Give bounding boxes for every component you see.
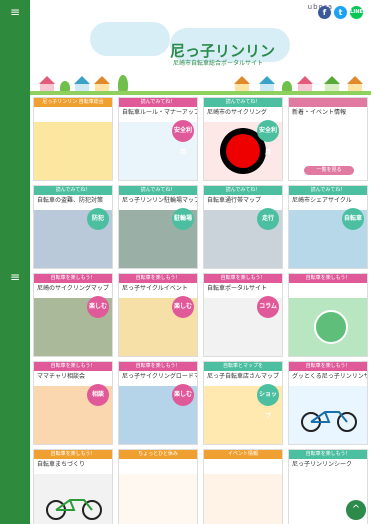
content-card[interactable]: ちょっとひと休み: [118, 449, 198, 524]
scroll-top-button[interactable]: ^: [346, 500, 366, 520]
content-card[interactable]: 読んでみてね！ 自転車ルール・マナーアップ 安全利用: [118, 97, 198, 181]
card-tag: 読んでみてね！: [34, 186, 112, 195]
cloud-decoration: [90, 22, 170, 56]
facebook-icon[interactable]: f: [318, 6, 331, 19]
card-tag: 読んでみてね！: [119, 186, 197, 195]
menu-icon[interactable]: ≡: [7, 270, 23, 284]
card-tag: 自転車を楽しもう！: [289, 450, 367, 459]
card-tag: イベント情報: [204, 450, 282, 459]
card-title[interactable]: 自転車まちづくり: [34, 459, 112, 474]
card-image: [204, 474, 282, 524]
twitter-icon[interactable]: t: [334, 6, 347, 19]
card-title[interactable]: 尼っ子リンリンシーク: [289, 459, 367, 474]
category-badge: 楽しむ: [87, 296, 109, 318]
line-icon[interactable]: LINE: [350, 6, 363, 19]
card-tag: 自転車を楽しもう！: [204, 274, 282, 283]
town-illustration: [30, 70, 371, 95]
card-tag: 自転車を楽しもう！: [289, 274, 367, 283]
content-card[interactable]: 読んでみてね！ 自転車通行帯マップ 走行: [203, 185, 283, 269]
content-card[interactable]: 自転車とマップを 尼っ子自転車店さんマップ ショップ: [203, 361, 283, 445]
card-title[interactable]: [289, 283, 367, 298]
content-card[interactable]: イベント情報: [203, 449, 283, 524]
content-card[interactable]: 自転車を楽しもう！ 自転車ポータルサイト コラム: [203, 273, 283, 357]
page: ubora f t LINE 尼っ子リンリン 尼崎市自転車総合ポータルサイト 尼…: [30, 0, 371, 524]
content-card[interactable]: 自転車を楽しもう！尼っ子サイクリングロードマップ楽しむ: [118, 361, 198, 445]
card-tag: 読んでみてね！: [204, 98, 282, 107]
bicycle-icon: [299, 408, 359, 432]
category-badge: 楽しむ: [172, 384, 194, 406]
content-card[interactable]: 読んでみてね！ 尼崎市のサイクリング 安全利用: [203, 97, 283, 181]
category-badge: 相談: [87, 384, 109, 406]
category-badge: ショップ: [257, 384, 279, 420]
card-tag: 自転車を楽しもう！: [34, 362, 112, 371]
content-card[interactable]: 新着・イベント情報2020年1月13日尼っ子リンリンだより2020年1月10日お…: [288, 97, 368, 181]
category-badge: 駐輪場: [172, 208, 194, 230]
card-tag: [289, 98, 367, 107]
category-badge: 走行: [257, 208, 279, 230]
view-all-button[interactable]: 一覧を見る: [304, 166, 354, 175]
card-title[interactable]: 新着・イベント情報: [289, 107, 367, 122]
category-badge: コラム: [257, 296, 279, 318]
card-tag: 自転車を楽しもう！: [289, 362, 367, 371]
content-card[interactable]: 読んでみてね！ 自転車の盗難、防犯対策 防犯: [33, 185, 113, 269]
card-image: [119, 474, 197, 524]
sidebar: ≡ ≡: [0, 0, 30, 524]
social-links: f t LINE: [318, 6, 363, 19]
card-tag: ちょっとひと休み: [119, 450, 197, 459]
category-badge: 自転車: [342, 208, 364, 230]
content-card[interactable]: 自転車を楽しもう！: [288, 273, 368, 357]
card-title[interactable]: [34, 107, 112, 122]
card-tag: 自転車を楽しもう！: [119, 274, 197, 283]
category-badge: 楽しむ: [172, 296, 194, 318]
card-tag: 自転車を楽しもう！: [34, 450, 112, 459]
content-card[interactable]: 読んでみてね！ 尼崎市シェアサイクル 自転車: [288, 185, 368, 269]
bicycle-icon: [44, 496, 104, 520]
card-tag: 尼っ子リンリン 自転車総合: [34, 98, 112, 107]
card-title[interactable]: [119, 459, 197, 474]
ground: [30, 91, 371, 95]
category-badge: 防犯: [87, 208, 109, 230]
starburst-icon: [226, 134, 260, 168]
content-card[interactable]: 読んでみてね！ 尼っ子リンリン駐輪場マップ 駐輪場: [118, 185, 198, 269]
content-card[interactable]: 自転車を楽しもう！ 自転車まちづくり: [33, 449, 113, 524]
card-tag: 自転車を楽しもう！: [119, 362, 197, 371]
card-tag: 読んでみてね！: [119, 98, 197, 107]
content-card[interactable]: 自転車を楽しもう！グッとくる尼っ子リンリンサポーター: [288, 361, 368, 445]
card-title[interactable]: [204, 459, 282, 474]
card-image: [34, 122, 112, 180]
content-card[interactable]: 尼っ子リンリン 自転車総合: [33, 97, 113, 181]
header: ubora f t LINE 尼っ子リンリン 尼崎市自転車総合ポータルサイト: [30, 0, 371, 95]
card-tag: 読んでみてね！: [204, 186, 282, 195]
content-card[interactable]: 自転車を楽しもう！ 尼崎のサイクリングマップ 楽しむ: [33, 273, 113, 357]
card-tag: 読んでみてね！: [289, 186, 367, 195]
menu-icon[interactable]: ≡: [7, 5, 23, 19]
card-tag: 自転車を楽しもう！: [34, 274, 112, 283]
category-badge: 安全利用: [172, 120, 194, 156]
category-badge: 安全利用: [257, 120, 279, 156]
card-title[interactable]: グッとくる尼っ子リンリンサポーター: [289, 371, 367, 386]
globe-icon: [314, 310, 348, 344]
card-tag: 自転車とマップを: [204, 362, 282, 371]
site-subtitle: 尼崎市自転車総合ポータルサイト: [173, 60, 264, 67]
content-card[interactable]: 自転車を楽しもう！ 尼っ子サイクルイベント 楽しむ: [118, 273, 198, 357]
content-card[interactable]: 自転車を楽しもう！ ママチャリ相談会 相談: [33, 361, 113, 445]
